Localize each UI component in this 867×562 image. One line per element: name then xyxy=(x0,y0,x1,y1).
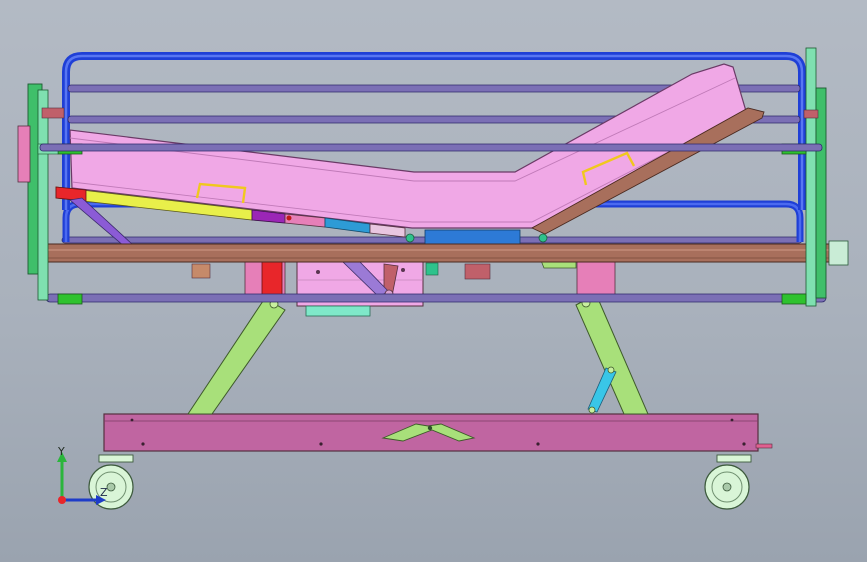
hospital-bed-side-view-drawing: Y Z xyxy=(17,47,849,510)
y-axis-label: Y xyxy=(57,445,65,458)
x-axis-origin xyxy=(58,496,66,504)
caster-right xyxy=(704,454,752,510)
actuator-red xyxy=(261,261,283,297)
motor-control-box xyxy=(296,261,424,317)
seat-board xyxy=(424,229,521,245)
z-axis-label: Z xyxy=(100,486,108,499)
cad-viewport[interactable]: Y Z xyxy=(0,0,867,562)
scissor-legs xyxy=(187,293,649,415)
base-frame xyxy=(103,413,773,452)
platform-rail xyxy=(43,243,831,263)
